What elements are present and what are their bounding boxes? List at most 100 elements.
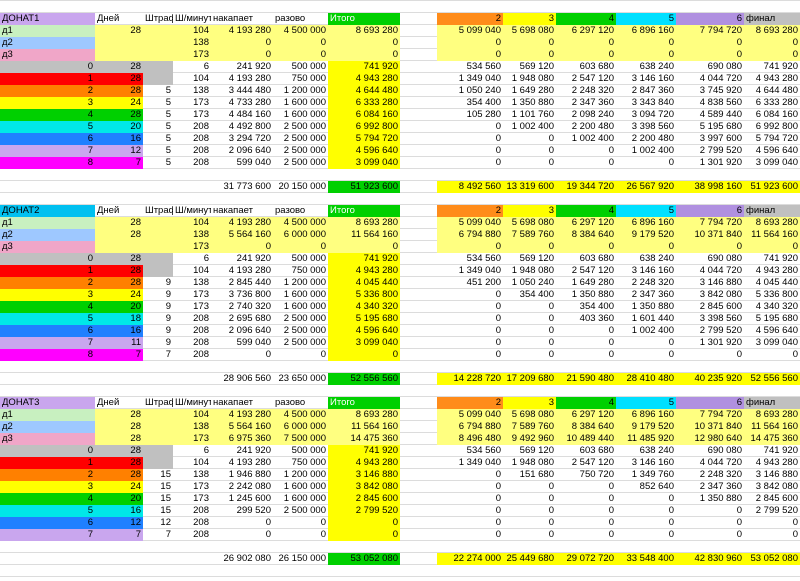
once-cell[interactable]: 1 600 000 [273, 109, 328, 121]
stage-value-cell[interactable]: 741 920 [744, 61, 800, 73]
row-number-cell[interactable]: 7 [0, 529, 95, 541]
stage-value-cell[interactable]: 5 099 040 [437, 25, 503, 37]
accum-cell[interactable]: 241 920 [211, 253, 273, 265]
rate-cell[interactable]: 208 [173, 529, 211, 541]
fine-cell[interactable] [143, 433, 173, 445]
once-cell[interactable]: 2 500 000 [273, 145, 328, 157]
sum-stage-cell[interactable]: 40 235 920 [676, 373, 744, 385]
header-cell[interactable]: Итого [328, 397, 400, 409]
accum-cell[interactable]: 241 920 [211, 445, 273, 457]
total-cell[interactable]: 0 [328, 349, 400, 361]
once-cell[interactable]: 1 600 000 [273, 289, 328, 301]
row-number-cell[interactable]: 7 [0, 337, 95, 349]
sum-stage-cell[interactable]: 14 228 720 [437, 373, 503, 385]
stage-value-cell[interactable]: 0 [503, 529, 556, 541]
once-cell[interactable]: 7 500 000 [273, 433, 328, 445]
stage-value-cell[interactable]: 7 794 720 [676, 217, 744, 229]
accum-cell[interactable]: 4 193 280 [211, 73, 273, 85]
once-cell[interactable]: 500 000 [273, 253, 328, 265]
header-cell[interactable]: накапает [211, 13, 273, 25]
stage-value-cell[interactable]: 0 [616, 493, 676, 505]
stage-value-cell[interactable]: 0 [437, 529, 503, 541]
once-cell[interactable]: 4 500 000 [273, 409, 328, 421]
stage-value-cell[interactable]: 6 333 280 [744, 97, 800, 109]
stage-header-cell[interactable]: 4 [556, 13, 616, 25]
fine-cell[interactable]: 7 [143, 529, 173, 541]
days-cell[interactable] [95, 49, 143, 61]
sum-stage-cell[interactable]: 19 344 720 [556, 181, 616, 193]
stage-value-cell[interactable]: 2 200 480 [556, 121, 616, 133]
accum-cell[interactable]: 4 484 160 [211, 109, 273, 121]
stage-header-cell[interactable]: 6 [676, 13, 744, 25]
once-cell[interactable]: 2 500 000 [273, 133, 328, 145]
days-cell[interactable]: 28 [95, 445, 143, 457]
stage-value-cell[interactable]: 603 680 [556, 445, 616, 457]
rate-cell[interactable]: 173 [173, 301, 211, 313]
once-cell[interactable]: 750 000 [273, 457, 328, 469]
fine-cell[interactable]: 9 [143, 325, 173, 337]
once-cell[interactable]: 2 500 000 [273, 337, 328, 349]
once-cell[interactable]: 500 000 [273, 445, 328, 457]
header-cell[interactable]: Дней [95, 13, 143, 25]
fine-cell[interactable]: 5 [143, 157, 173, 169]
total-cell[interactable]: 8 693 280 [328, 25, 400, 37]
stage-header-cell[interactable]: 6 [676, 205, 744, 217]
header-cell[interactable]: ДОНАТ3 [0, 397, 95, 409]
fine-cell[interactable] [143, 37, 173, 49]
stage-value-cell[interactable]: 603 680 [556, 61, 616, 73]
row-label-cell[interactable]: д1 [0, 217, 95, 229]
stage-value-cell[interactable]: 1 002 400 [503, 121, 556, 133]
stage-value-cell[interactable]: 4 943 280 [744, 73, 800, 85]
days-cell[interactable]: 28 [95, 217, 143, 229]
stage-value-cell[interactable]: 0 [556, 325, 616, 337]
fine-cell[interactable]: 5 [143, 121, 173, 133]
total-cell[interactable]: 0 [328, 37, 400, 49]
row-number-cell[interactable]: 3 [0, 289, 95, 301]
accum-cell[interactable]: 5 564 160 [211, 421, 273, 433]
days-cell[interactable]: 20 [95, 493, 143, 505]
stage-value-cell[interactable]: 1 050 240 [503, 277, 556, 289]
stage-value-cell[interactable]: 3 398 560 [676, 313, 744, 325]
sum-stage-cell[interactable]: 26 567 920 [616, 181, 676, 193]
total-cell[interactable]: 4 045 440 [328, 277, 400, 289]
stage-value-cell[interactable]: 690 080 [676, 445, 744, 457]
stage-value-cell[interactable]: 8 693 280 [744, 217, 800, 229]
stage-value-cell[interactable]: 6 794 880 [437, 421, 503, 433]
stage-value-cell[interactable]: 0 [676, 349, 744, 361]
rate-cell[interactable]: 173 [173, 97, 211, 109]
stage-value-cell[interactable]: 11 564 160 [744, 229, 800, 241]
days-cell[interactable]: 20 [95, 121, 143, 133]
days-cell[interactable]: 12 [95, 145, 143, 157]
header-cell[interactable]: Штраф [143, 205, 173, 217]
rate-cell[interactable]: 138 [173, 85, 211, 97]
stage-value-cell[interactable]: 0 [503, 301, 556, 313]
row-number-cell[interactable]: 0 [0, 445, 95, 457]
stage-value-cell[interactable]: 0 [556, 493, 616, 505]
once-cell[interactable]: 1 200 000 [273, 469, 328, 481]
fine-cell[interactable]: 15 [143, 481, 173, 493]
fine-cell[interactable] [143, 25, 173, 37]
stage-value-cell[interactable]: 603 680 [556, 253, 616, 265]
stage-value-cell[interactable]: 0 [503, 481, 556, 493]
once-cell[interactable]: 2 500 000 [273, 121, 328, 133]
accum-cell[interactable]: 4 733 280 [211, 97, 273, 109]
accum-cell[interactable]: 2 695 680 [211, 313, 273, 325]
rate-cell[interactable]: 104 [173, 409, 211, 421]
sum-stage-cell[interactable]: 17 209 680 [503, 373, 556, 385]
fine-cell[interactable] [143, 409, 173, 421]
fine-cell[interactable] [143, 61, 173, 73]
stage-value-cell[interactable]: 2 248 320 [676, 469, 744, 481]
accum-cell[interactable]: 1 946 880 [211, 469, 273, 481]
days-cell[interactable]: 24 [95, 97, 143, 109]
fine-cell[interactable]: 5 [143, 133, 173, 145]
rate-cell[interactable]: 6 [173, 61, 211, 73]
rate-cell[interactable]: 173 [173, 481, 211, 493]
rate-cell[interactable]: 6 [173, 253, 211, 265]
once-cell[interactable]: 0 [273, 241, 328, 253]
stage-value-cell[interactable]: 0 [676, 49, 744, 61]
header-cell[interactable]: накапает [211, 397, 273, 409]
total-cell[interactable]: 8 693 280 [328, 409, 400, 421]
stage-value-cell[interactable]: 1 101 760 [503, 109, 556, 121]
stage-value-cell[interactable]: 0 [744, 37, 800, 49]
stage-value-cell[interactable]: 2 200 480 [616, 133, 676, 145]
